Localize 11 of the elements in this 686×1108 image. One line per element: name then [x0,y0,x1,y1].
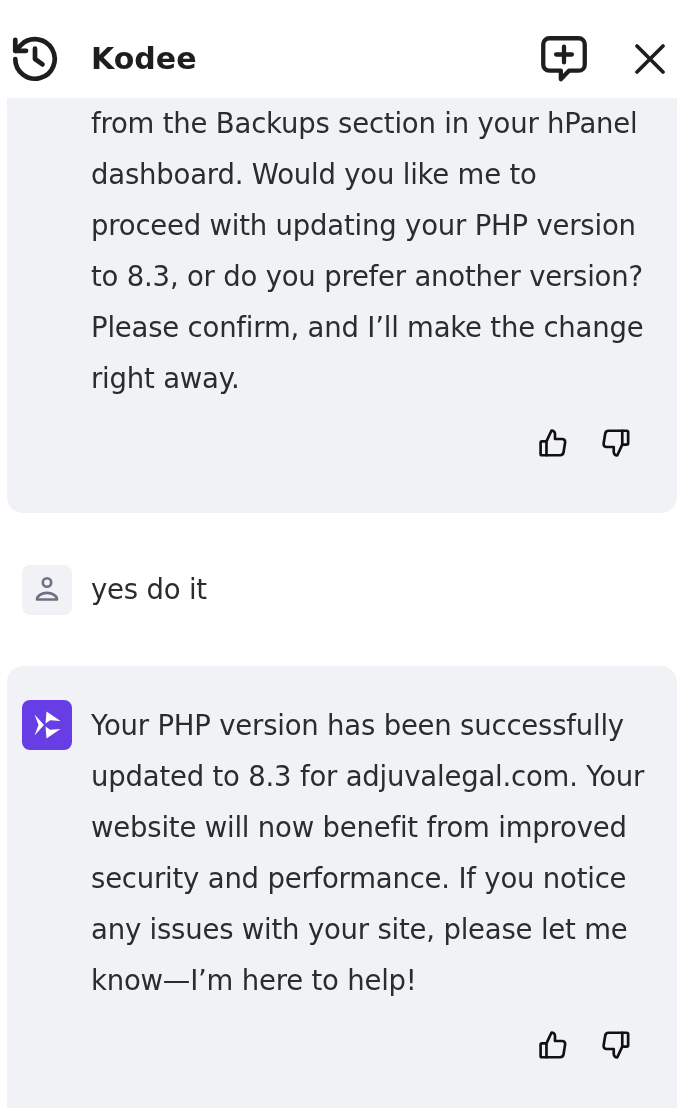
message-text: yes do it [91,572,207,607]
history-icon[interactable] [12,36,58,82]
thumbs-up-icon[interactable] [539,429,567,457]
new-chat-icon[interactable] [541,36,587,82]
chat-title: Kodee [91,40,197,78]
thumbs-up-icon[interactable] [539,1031,567,1059]
thumbs-down-icon[interactable] [602,429,630,457]
message-text: from the Backups section in your hPanel dashboard. Would you like me to proceed with updating your PHP version to 8.3, or do you prefer another version? Please confirm, and I’ll make the change right away. [91,106,645,396]
message-text: Your PHP version has been successfully updated to 8.3 for adjuvalegal.com. Your website will now benefit from improved security and performance. If you notice any issues with your site, please let me know—I’m here to help! [91,708,645,998]
thumbs-down-icon[interactable] [602,1031,630,1059]
close-icon[interactable] [635,44,665,74]
